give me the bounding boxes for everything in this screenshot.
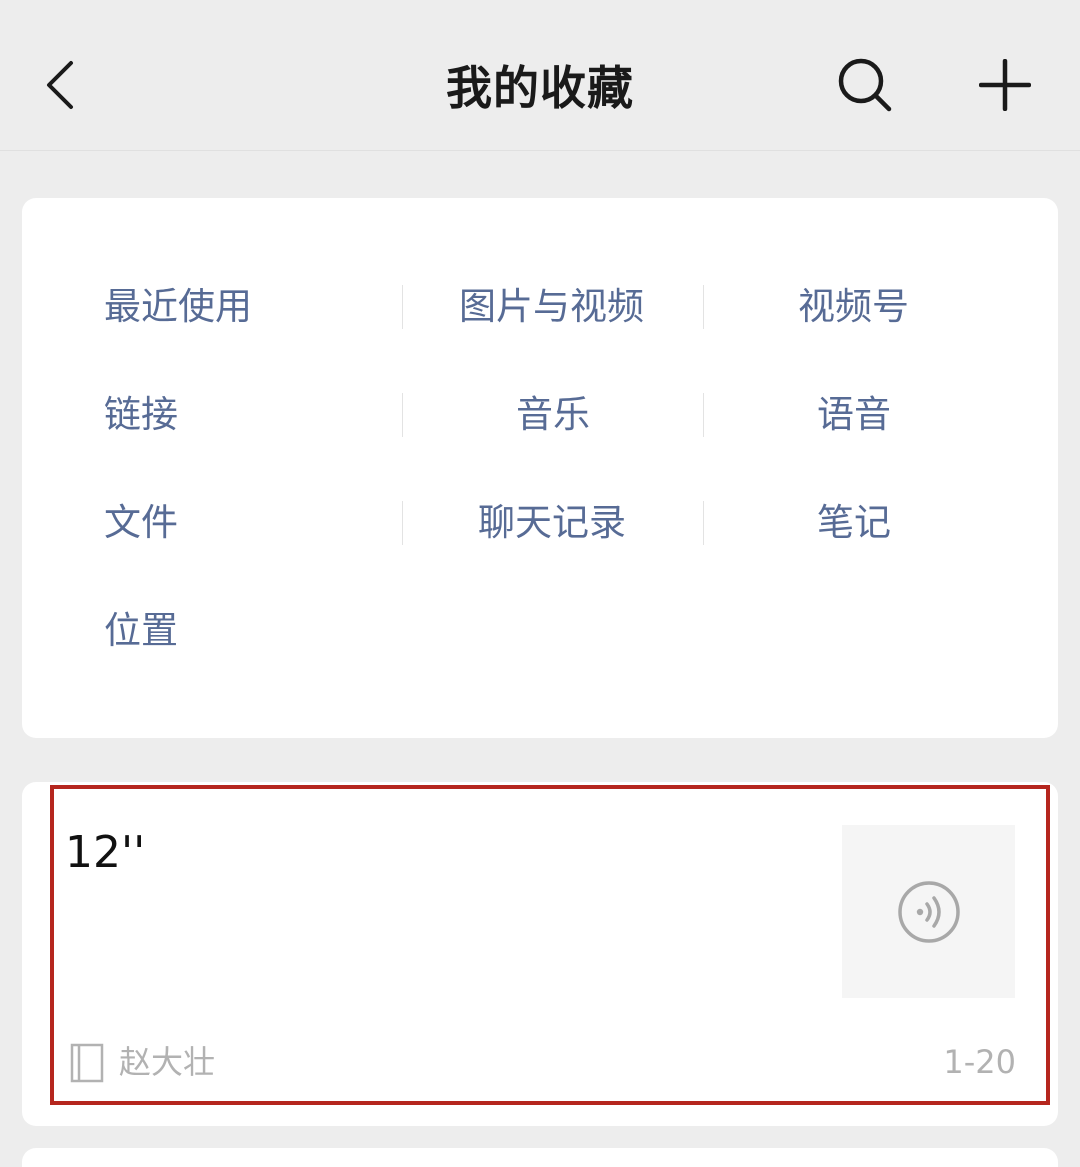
- favorites-page: 我的收藏 最近使用 图片与视频 视频号 链接 音乐 语音 文件 聊天记录 笔记 …: [0, 0, 1080, 1167]
- category-channels[interactable]: 视频号: [798, 283, 909, 331]
- category-divider: [402, 393, 403, 437]
- category-divider: [703, 501, 704, 545]
- voice-icon: [897, 880, 960, 943]
- category-divider: [402, 285, 403, 329]
- favorite-source: 赵大壮: [119, 1043, 216, 1081]
- add-button[interactable]: [970, 50, 1040, 120]
- category-notes[interactable]: 笔记: [817, 499, 891, 547]
- category-files[interactable]: 文件: [104, 499, 178, 547]
- plus-icon: [979, 59, 1031, 111]
- page-title: 我的收藏: [446, 61, 634, 115]
- category-images-videos[interactable]: 图片与视频: [459, 283, 644, 331]
- search-icon: [838, 58, 892, 112]
- voice-thumbnail[interactable]: [842, 825, 1015, 998]
- category-chat-history[interactable]: 聊天记录: [478, 499, 626, 547]
- category-divider: [402, 501, 403, 545]
- category-divider: [703, 285, 704, 329]
- category-music[interactable]: 音乐: [516, 391, 590, 439]
- category-links[interactable]: 链接: [104, 391, 178, 439]
- category-location[interactable]: 位置: [104, 607, 178, 655]
- favorite-date: 1-20: [943, 1043, 1016, 1081]
- next-favorite-card[interactable]: [22, 1148, 1058, 1167]
- note-icon: [70, 1043, 104, 1083]
- category-card: [22, 198, 1058, 738]
- category-divider: [703, 393, 704, 437]
- favorite-item-title: 12'': [65, 827, 146, 878]
- category-voice[interactable]: 语音: [817, 391, 891, 439]
- category-recent[interactable]: 最近使用: [104, 283, 252, 331]
- search-button[interactable]: [830, 50, 900, 120]
- nav-bar: 我的收藏: [0, 0, 1080, 151]
